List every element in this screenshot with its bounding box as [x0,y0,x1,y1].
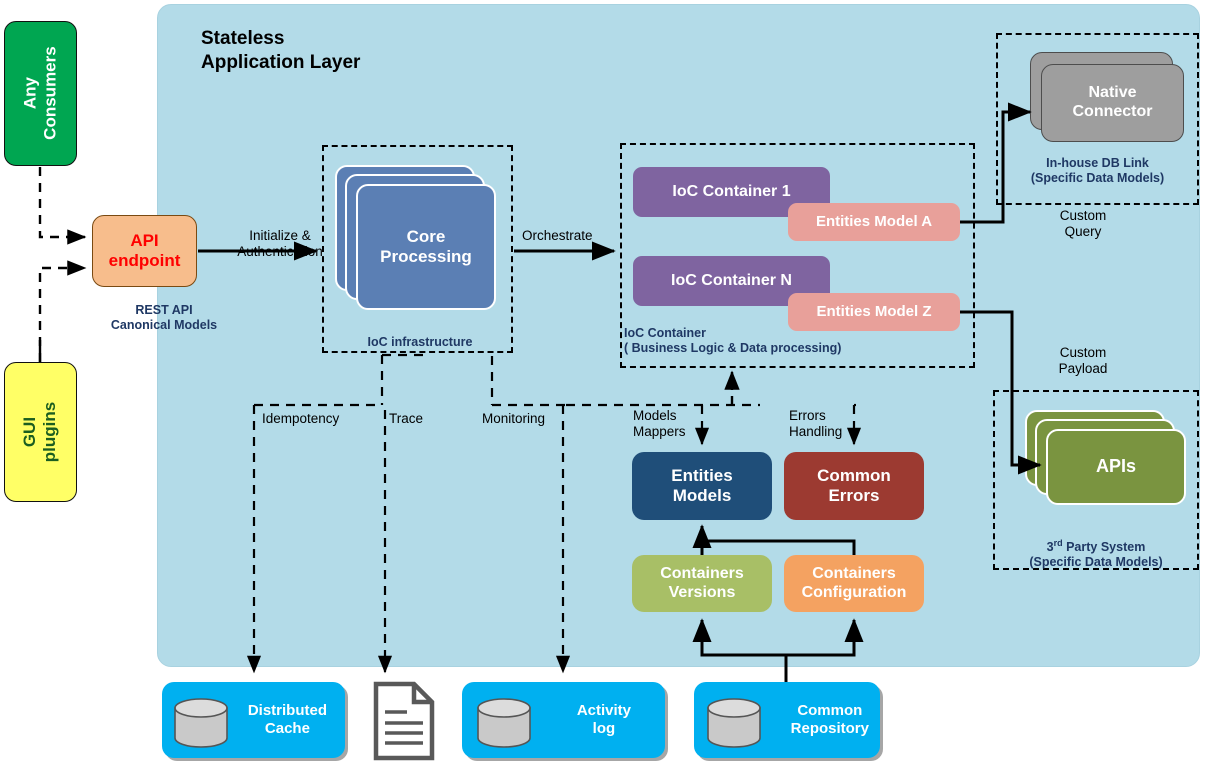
apis-card-front[interactable]: APIs [1046,429,1186,505]
entities-models-label: Entities Models [671,465,733,505]
activity-log-node[interactable]: Activity log [462,682,665,758]
core-processing-card-front[interactable]: Core Processing [356,184,496,310]
third-party-sup-ordinal: rd [1053,538,1063,548]
entities-model-z-node[interactable]: Entities Model Z [788,293,960,331]
apis-label: APIs [1095,456,1137,477]
common-repository-node[interactable]: Common Repository [694,682,880,758]
custom-query-label: Custom Query [1059,208,1107,240]
native-connector-stack[interactable]: Native Connector [1030,52,1190,152]
common-errors-label: Common Errors [817,465,891,505]
trace-label: Trace [389,411,424,426]
gui-plugins-label: GUI plugins [20,401,60,463]
idempotency-label: Idempotency [262,411,340,426]
entities-model-z-label: Entities Model Z [816,303,932,321]
entities-model-a-node[interactable]: Entities Model A [788,203,960,241]
models-mappers-label: Models Mappers [633,408,686,440]
containers-versions-label: Containers Versions [660,564,744,601]
activity-log-label: Activity log [576,702,631,737]
distributed-cache-label: Distributed Cache [247,702,327,737]
native-connector-card-front[interactable]: Native Connector [1041,64,1184,142]
entities-model-a-label: Entities Model A [815,213,933,231]
apis-stack[interactable]: APIs [1025,410,1190,520]
common-repository-label: Common Repository [790,702,869,737]
native-connector-label: Native Connector [1072,84,1153,120]
ioc-container-1-label: IoC Container 1 [672,182,791,200]
architecture-diagram: Stateless Application Layer Any Consumer… [0,0,1205,766]
any-consumers-label: Any Consumers [20,46,60,141]
api-endpoint-node[interactable]: API endpoint [92,215,197,287]
errors-handling-label: Errors Handling [789,408,843,440]
custom-payload-label: Custom Payload [1058,345,1108,377]
monitoring-label: Monitoring [482,411,546,426]
core-processing-label: Core Processing [380,226,472,266]
any-consumers-node[interactable]: Any Consumers [4,21,77,166]
containers-versions-node[interactable]: Containers Versions [632,555,772,612]
trace-document-icon [372,682,436,760]
rest-api-caption: REST API Canonical Models [110,303,218,333]
ioc-container-n-label: IoC Container N [671,271,792,289]
api-endpoint-label: API endpoint [108,230,181,270]
third-party-system-caption: 3rd Party System (Specific Data Models) [997,523,1195,570]
entities-models-node[interactable]: Entities Models [632,452,772,520]
page-title: Stateless Application Layer [201,28,361,73]
containers-configuration-node[interactable]: Containers Configuration [784,555,924,612]
containers-configuration-label: Containers Configuration [801,564,907,601]
core-processing-stack[interactable]: Core Processing [335,165,501,317]
orchestrate-label: Orchestrate [522,228,593,243]
distributed-cache-node[interactable]: Distributed Cache [162,682,345,758]
gui-plugins-node[interactable]: GUI plugins [4,362,77,502]
common-errors-node[interactable]: Common Errors [784,452,924,520]
ioc-infrastructure-label: IoC infrastructure [367,335,473,349]
third-party-sup-number: 3 [1046,540,1054,555]
in-house-db-link-caption: In-house DB Link (Specific Data Models) [1030,156,1165,185]
